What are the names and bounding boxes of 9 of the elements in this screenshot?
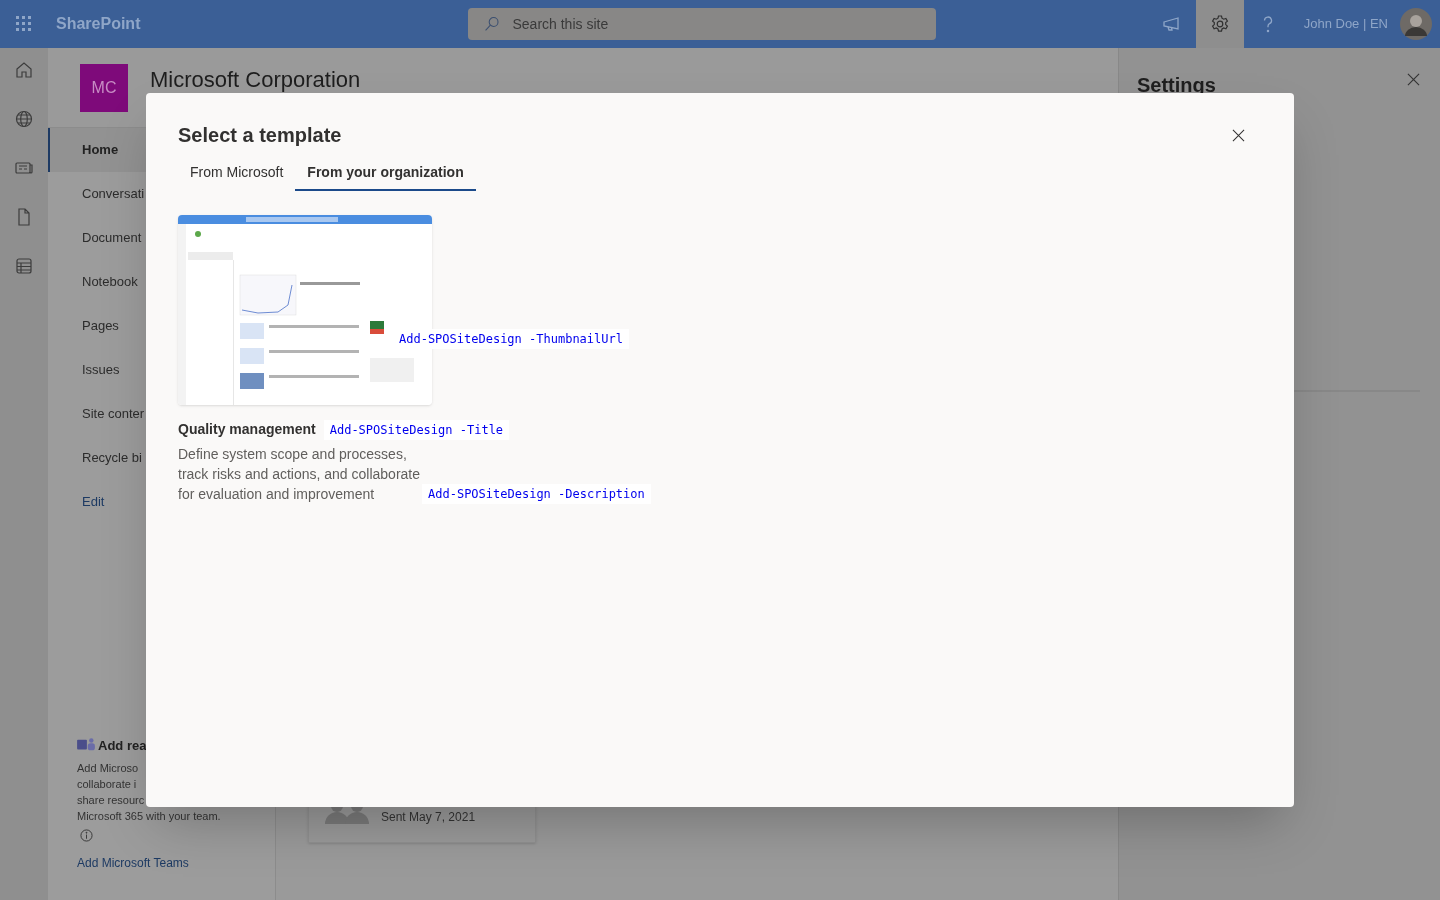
settings-title: Settings [1137,73,1216,98]
site-title: Microsoft Corporation [150,66,361,94]
template-description: Define system scope and processes, track risks and actions, and collaborate for evaluation and improvement [178,445,420,504]
sent-date: Sent May 7, 2021 [381,809,476,826]
teams-card-title: Add rea [98,736,147,755]
code-annotation: Add-SPOSiteDesign -Title [323,419,510,440]
code-annotation: Add-SPOSiteDesign -Description [422,484,651,504]
dialog-title: Select a template [178,123,342,148]
template-title: Quality management [178,420,316,439]
